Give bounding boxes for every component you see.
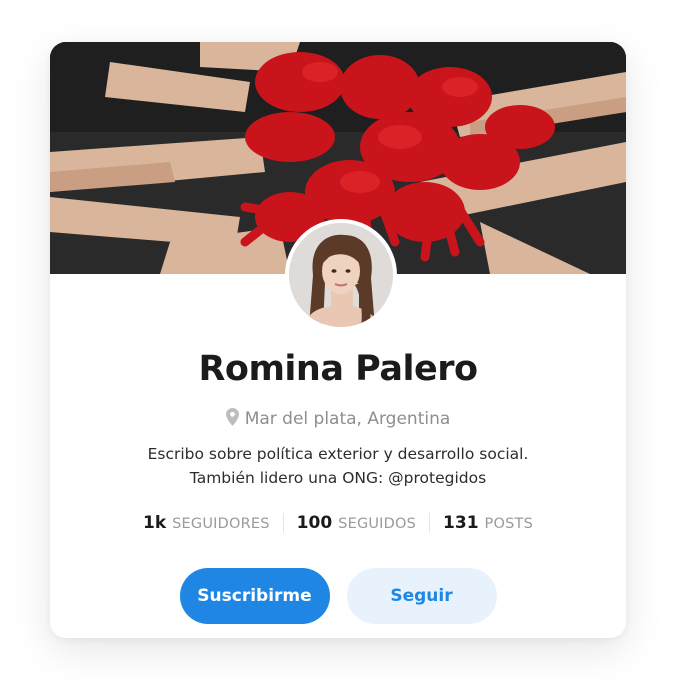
profile-name: Romina Palero [198,349,478,389]
follow-button[interactable]: Seguir [346,568,497,624]
profile-stats: 1k SEGUIDORES 100 SEGUIDOS 131 POSTS [50,513,626,533]
profile-location: Mar del plata, Argentina [50,408,626,431]
stat-followers[interactable]: 1k SEGUIDORES [130,513,283,533]
subscribe-button[interactable]: Suscribirme [179,568,330,624]
avatar[interactable] [285,219,397,331]
map-pin-icon [225,408,239,431]
stat-value: 131 [443,513,479,533]
stat-posts[interactable]: 131 POSTS [430,513,546,533]
stat-value: 1k [143,513,167,533]
bio-line-2: También lidero una ONG: @protegidos [189,469,487,487]
profile-card: Romina Palero Mar del plata, Argentina E… [50,42,626,638]
stat-label: POSTS [484,516,533,532]
stat-label: SEGUIDORES [172,516,270,532]
bio-line-1: Escribo sobre política exterior y desarr… [147,445,529,463]
stat-label: SEGUIDOS [338,516,417,532]
profile-bio: Escribo sobre política exterior y desarr… [50,442,626,490]
location-text: Mar del plata, Argentina [244,409,451,429]
profile-actions: Suscribirme Seguir [50,568,626,624]
stat-value: 100 [296,513,333,533]
stat-following[interactable]: 100 SEGUIDOS [284,513,429,533]
